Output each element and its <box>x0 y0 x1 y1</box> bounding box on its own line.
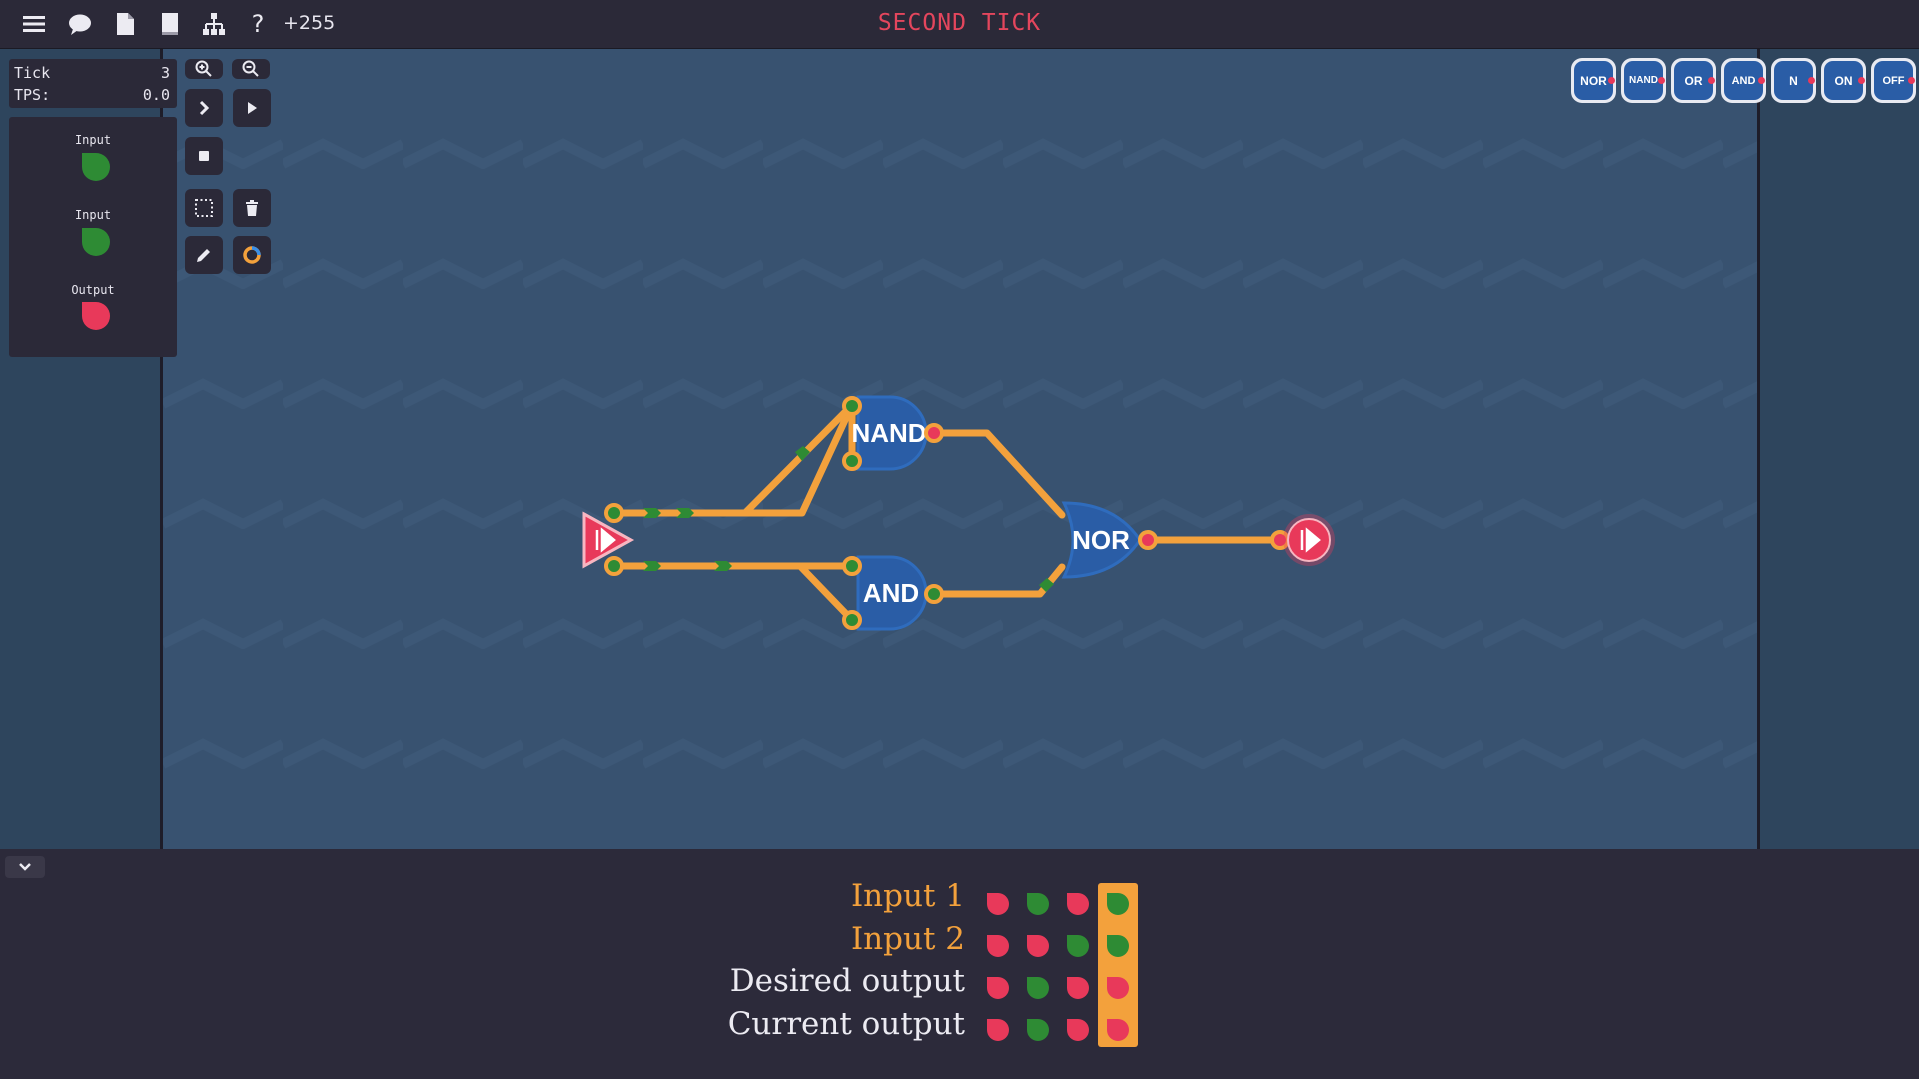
step-button[interactable] <box>185 89 223 127</box>
zoom-in-button[interactable] <box>185 59 223 79</box>
palette-nor-label: NOR <box>1580 73 1607 88</box>
play-icon <box>248 102 257 114</box>
palette-off-label: OFF <box>1882 74 1905 87</box>
truth-cell <box>987 977 1009 999</box>
truth-cell <box>1107 893 1129 915</box>
palette-nand[interactable]: NAND <box>1621 58 1666 103</box>
delete-button[interactable] <box>233 189 271 227</box>
truth-cell <box>987 893 1009 915</box>
truth-cell <box>1107 977 1129 999</box>
truth-cell <box>1107 935 1129 957</box>
play-button[interactable] <box>233 89 271 127</box>
io-input-1-label: Input <box>74 133 112 147</box>
chevron-right-icon <box>199 100 210 116</box>
level-title: SECOND TICK <box>877 10 1042 36</box>
right-margin <box>1760 49 1919 849</box>
truth-cell <box>1027 977 1049 999</box>
color-wheel-button[interactable] <box>233 236 271 274</box>
palette-on-label: ON <box>1834 73 1853 88</box>
truth-row-current-output-label: Current output <box>727 1006 965 1042</box>
collapse-panel-button[interactable] <box>5 856 45 878</box>
io-input-1-indicator[interactable] <box>82 153 110 181</box>
truth-row-input-1-label: Input 1 <box>850 878 965 914</box>
circuit-workspace[interactable] <box>160 49 1760 849</box>
tick-label: Tick <box>14 64 51 82</box>
truth-cell <box>1067 935 1089 957</box>
zoom-out-icon <box>242 60 259 77</box>
select-area-icon <box>195 199 213 217</box>
io-input-2-label: Input <box>74 208 112 222</box>
stop-icon <box>199 151 209 161</box>
io-output-indicator <box>82 302 110 330</box>
palette-or-label: OR <box>1684 73 1703 88</box>
truth-row-input-2-label: Input 2 <box>850 921 965 957</box>
select-button[interactable] <box>185 189 223 227</box>
zoom-out-button[interactable] <box>232 59 270 79</box>
palette-nand-label: NAND <box>1629 75 1658 86</box>
palette-not-label: N <box>1789 73 1798 88</box>
truth-cell <box>1067 893 1089 915</box>
palette-and-label: AND <box>1731 74 1756 87</box>
truth-cell <box>987 1019 1009 1041</box>
io-panel: Input Input Output <box>9 117 177 357</box>
palette-on[interactable]: ON <box>1821 58 1866 103</box>
palette-or[interactable]: OR <box>1671 58 1716 103</box>
top-bar: ? +255 SECOND TICK <box>0 0 1919 49</box>
tps-label: TPS: <box>14 86 51 104</box>
truth-cell <box>1107 1019 1129 1041</box>
chevron-down-icon <box>19 863 31 871</box>
palette-off[interactable]: OFF <box>1871 58 1916 103</box>
tick-panel: Tick 3 TPS: 0.0 <box>9 59 177 108</box>
truth-cell <box>1027 893 1049 915</box>
workspace-wave-pattern <box>163 49 1757 849</box>
palette-nor[interactable]: NOR <box>1571 58 1616 103</box>
truth-row-desired-output-label: Desired output <box>729 963 965 999</box>
truth-cell <box>1027 1019 1049 1041</box>
io-output-label: Output <box>71 283 115 297</box>
palette-not[interactable]: N <box>1771 58 1816 103</box>
truth-cell <box>1067 977 1089 999</box>
truth-cell <box>1067 1019 1089 1041</box>
tick-value: 3 <box>160 64 170 82</box>
io-input-2-indicator[interactable] <box>82 228 110 256</box>
tps-value: 0.0 <box>142 86 170 104</box>
truth-cell <box>1027 935 1049 957</box>
truth-cell <box>987 935 1009 957</box>
pencil-button[interactable] <box>185 236 223 274</box>
color-wheel-icon <box>243 246 261 264</box>
stop-button[interactable] <box>185 137 223 175</box>
zoom-in-icon <box>195 60 212 77</box>
palette-and[interactable]: AND <box>1721 58 1766 103</box>
pencil-icon <box>197 249 210 262</box>
trash-icon <box>246 200 258 216</box>
